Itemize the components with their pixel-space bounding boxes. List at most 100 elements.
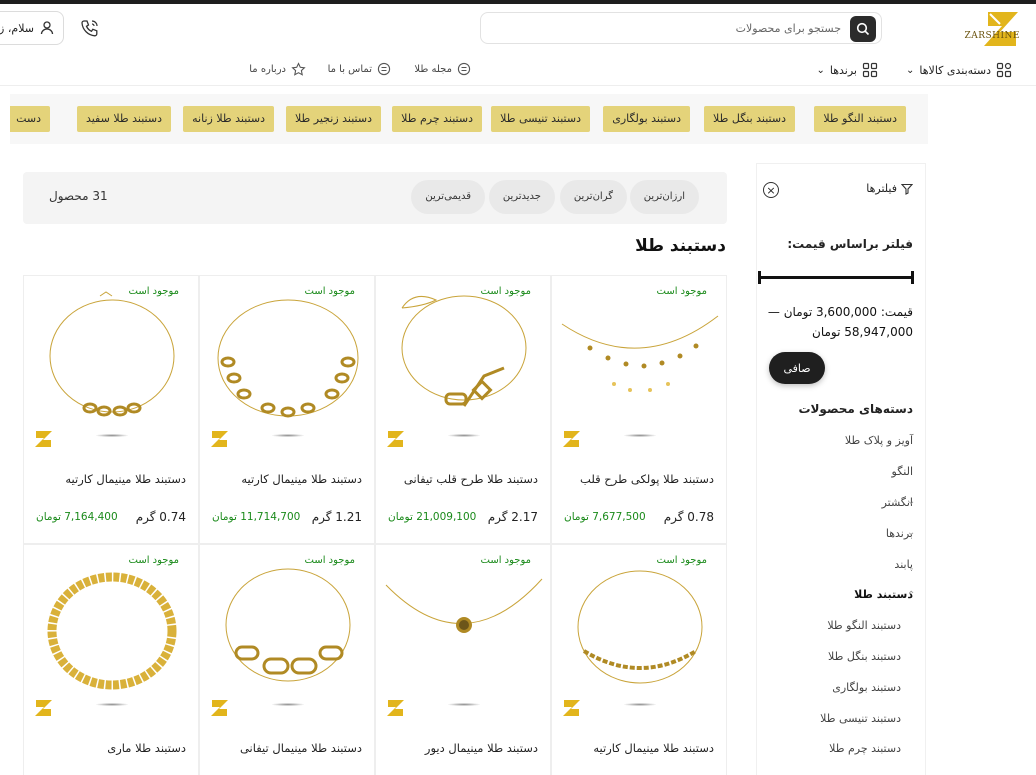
- chip-partial[interactable]: دست: [10, 106, 50, 132]
- slider-handle-min[interactable]: [758, 271, 761, 284]
- nav-brands[interactable]: برندها ⌄: [816, 62, 878, 78]
- filters-heading: فیلترها: [866, 182, 913, 195]
- category-pendant[interactable]: آویز و پلاک طلا: [845, 434, 913, 447]
- product-name[interactable]: دستبند طلا مینیمال تیفانی: [240, 741, 362, 755]
- nav-magazine[interactable]: مجله طلا: [414, 62, 471, 76]
- product-card[interactable]: موجود است دستبند طلا ماری: [23, 544, 199, 775]
- close-icon[interactable]: ×: [763, 182, 779, 198]
- search-input[interactable]: [501, 13, 841, 43]
- sort-oldest[interactable]: قدیمی‌ترین: [411, 180, 485, 214]
- chevron-up-icon[interactable]: ⌃: [907, 590, 915, 601]
- apply-filter-button[interactable]: صافی: [769, 352, 825, 384]
- chip-bangle[interactable]: دستبند بنگل طلا: [704, 106, 795, 132]
- slider-handle-max[interactable]: [911, 271, 914, 284]
- category-anklet[interactable]: پابند: [894, 558, 913, 571]
- filter-icon: [901, 183, 913, 195]
- product-name[interactable]: دستبند طلا مینیمال دیور: [425, 741, 538, 755]
- product-card[interactable]: موجود است دستبند طلا مینیمال دیور: [375, 544, 551, 775]
- product-name[interactable]: دستبند طلا ماری: [107, 741, 186, 755]
- subcategory-bangle-gold[interactable]: دستبند النگو طلا: [827, 619, 901, 632]
- product-card[interactable]: موجود است دستبند طلا طرح قلب تیفانی 2.17…: [375, 275, 551, 544]
- filters-label: فیلترها: [866, 182, 897, 195]
- brand-mark-icon: [35, 431, 52, 447]
- search-icon: [856, 22, 870, 36]
- image-shadow: [448, 703, 480, 706]
- product-image[interactable]: [208, 555, 368, 715]
- product-grid: موجود است دستبند طلا پولکی طرح قلب 0.78 …: [23, 275, 727, 775]
- site-header: ZARSHINE سلام، ز: [0, 4, 1036, 52]
- contact-icon: [377, 62, 391, 76]
- price-range-text: قیمت: 3,600,000 تومان — 58,947,000 تومان: [767, 305, 913, 339]
- product-card[interactable]: موجود است دستبند طلا پولکی طرح قلب 0.78 …: [551, 275, 727, 544]
- subcategory-tennis[interactable]: دستبند تنیسی طلا: [820, 712, 901, 725]
- user-icon: [40, 21, 54, 35]
- brand-mark-icon: [211, 431, 228, 447]
- product-price: 7,677,500 تومان: [564, 511, 646, 523]
- product-name[interactable]: دستبند طلا مینیمال کارتیه: [241, 472, 362, 486]
- search-button[interactable]: [850, 16, 876, 42]
- product-name[interactable]: دستبند طلا مینیمال کارتیه: [65, 472, 186, 486]
- sort-cheapest[interactable]: ارزان‌ترین: [629, 180, 699, 214]
- product-card[interactable]: موجود است دستبند طلا مینیمال تیفانی: [199, 544, 375, 775]
- categories-title: دسته‌های محصولات: [798, 402, 913, 416]
- product-card[interactable]: موجود است دستبند طلا مینیمال کارتیه: [551, 544, 727, 775]
- chevron-down-icon[interactable]: ⌄: [907, 496, 915, 507]
- filter-sidebar: فیلترها × فیلتر براساس قیمت: قیمت: 3,600…: [756, 163, 926, 775]
- product-card[interactable]: موجود است دستبند طلا مینیمال کارتیه 1.21…: [199, 275, 375, 544]
- product-name[interactable]: دستبند طلا طرح قلب تیفانی: [404, 472, 538, 486]
- chip-women[interactable]: دستبند طلا زنانه: [183, 106, 274, 132]
- product-image[interactable]: [32, 555, 192, 715]
- sort-newest[interactable]: جدیدترین: [488, 180, 555, 214]
- nav-about-label: درباره ما: [249, 64, 286, 75]
- image-shadow: [272, 703, 304, 706]
- product-name[interactable]: دستبند طلا پولکی طرح قلب: [580, 472, 714, 486]
- chip-bulgari[interactable]: دستبند بولگاری: [603, 106, 690, 132]
- logo-wordmark: ZARSHINE: [964, 31, 1020, 41]
- subcategory-leather[interactable]: دستبند چرم طلا: [829, 742, 901, 755]
- chip-tennis[interactable]: دستبند تنیسی طلا: [491, 106, 590, 132]
- product-weight: 2.17 گرم: [487, 510, 538, 524]
- chevron-down-icon[interactable]: ⌄: [907, 527, 915, 538]
- site-logo[interactable]: [930, 8, 1022, 50]
- brand-mark-icon: [387, 431, 404, 447]
- price-slider[interactable]: [758, 271, 914, 284]
- category-bangle[interactable]: النگو: [892, 465, 913, 478]
- product-image[interactable]: [384, 555, 544, 715]
- star-icon: [291, 62, 306, 76]
- subcategory-bulgari[interactable]: دستبند بولگاری: [832, 681, 901, 694]
- chip-bangle-gold[interactable]: دستبند النگو طلا: [814, 106, 906, 132]
- subcategory-bangle[interactable]: دستبند بنگل طلا: [828, 650, 901, 663]
- phone-button[interactable]: [78, 16, 102, 40]
- product-image[interactable]: [208, 286, 368, 446]
- product-price: 7,164,400 تومان: [36, 511, 118, 523]
- product-image[interactable]: [384, 286, 544, 446]
- category-chips: دستبند النگو طلا دستبند بنگل طلا دستبند …: [10, 94, 928, 144]
- brands-grid-icon: [862, 62, 878, 78]
- sort-most-expensive[interactable]: گران‌ترین: [559, 180, 627, 214]
- product-image[interactable]: [560, 555, 720, 715]
- nav-contact[interactable]: تماس با ما: [328, 62, 391, 76]
- magazine-icon: [457, 62, 471, 76]
- account-label: سلام، ز: [0, 21, 34, 35]
- image-shadow: [96, 703, 128, 706]
- account-button[interactable]: سلام، ز: [0, 11, 64, 45]
- chip-chain[interactable]: دستبند زنجیر طلا: [285, 106, 381, 132]
- page-title: دستبند طلا: [635, 236, 726, 256]
- main-nav: دسته‌بندی کالاها ⌄ برندها ⌄ مجله طلا تما…: [0, 56, 1036, 86]
- product-price: 21,009,100 تومان: [388, 511, 477, 523]
- product-name[interactable]: دستبند طلا مینیمال کارتیه: [593, 741, 714, 755]
- product-card[interactable]: موجود است دستبند طلا مینیمال کارتیه 0.74…: [23, 275, 199, 544]
- category-bracelet[interactable]: دستبند طلا: [854, 588, 913, 601]
- product-count: 31 محصول: [49, 189, 108, 203]
- product-weight: 1.21 گرم: [311, 510, 362, 524]
- product-weight: 0.78 گرم: [663, 510, 714, 524]
- nav-contact-label: تماس با ما: [327, 63, 372, 75]
- product-image[interactable]: [560, 286, 720, 446]
- chip-white-gold[interactable]: دستبند طلا سفید: [76, 106, 171, 132]
- search-box: [480, 12, 882, 44]
- product-image[interactable]: [32, 286, 192, 446]
- nav-about[interactable]: درباره ما: [249, 62, 306, 77]
- chip-leather[interactable]: دستبند چرم طلا: [392, 106, 482, 132]
- nav-categories[interactable]: دسته‌بندی کالاها ⌄: [906, 62, 1012, 78]
- image-shadow: [624, 703, 656, 706]
